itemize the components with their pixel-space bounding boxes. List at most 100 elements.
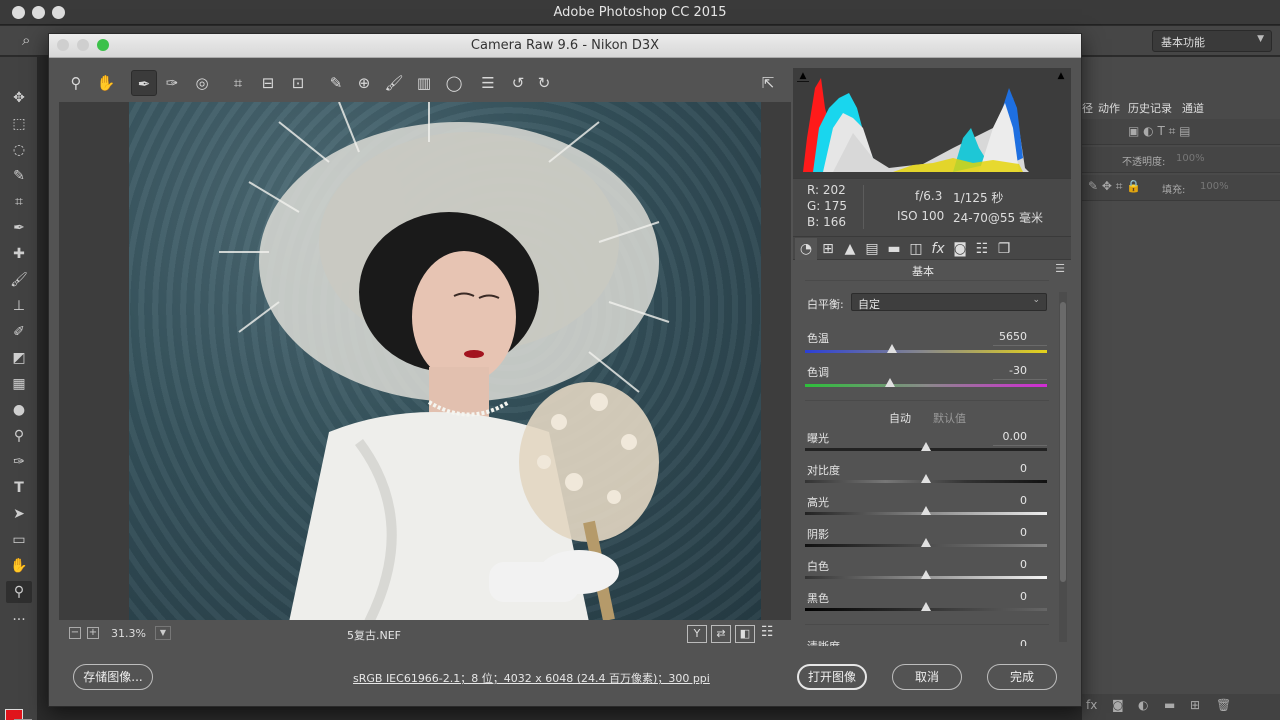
marquee-tool-icon[interactable]: ⬚ xyxy=(6,113,32,135)
straighten-icon[interactable]: ⊟ xyxy=(255,70,281,96)
move-tool-icon[interactable]: ✥ xyxy=(6,87,32,109)
zoom-tool-icon[interactable]: ⚲ xyxy=(6,581,32,603)
pen-tool-icon[interactable]: ✑ xyxy=(6,451,32,473)
new-layer-icon[interactable]: ⊞ xyxy=(1190,698,1200,712)
done-button[interactable]: 完成 xyxy=(987,664,1057,690)
workspace-select[interactable]: 基本功能 ▼ xyxy=(1152,30,1272,52)
tab-basic-icon[interactable]: ◔ xyxy=(795,238,817,260)
default-link[interactable]: 默认值 xyxy=(933,410,966,426)
whites-thumb[interactable] xyxy=(921,570,931,579)
view-settings-icon[interactable]: ☷ xyxy=(761,624,774,640)
tab-detail-icon[interactable]: ▲ xyxy=(839,238,861,260)
gradient-tool-icon[interactable]: ▦ xyxy=(6,373,32,395)
adjustment-icon[interactable]: ◐ xyxy=(1138,698,1148,712)
temperature-thumb[interactable] xyxy=(887,344,898,353)
transform-icon[interactable]: ⊡ xyxy=(285,70,311,96)
blacks-value[interactable]: 0 xyxy=(993,590,1047,606)
panel-scrollbar[interactable] xyxy=(1059,292,1067,642)
mask-icon[interactable]: ◙ xyxy=(1112,698,1124,712)
tab-effects-icon[interactable]: fx xyxy=(927,238,949,260)
folder-icon[interactable]: ▬ xyxy=(1164,698,1175,712)
fx-icon[interactable]: fx xyxy=(1086,698,1097,712)
highlight-clipping-icon[interactable]: ▲ xyxy=(1055,70,1067,82)
crop-tool-icon[interactable]: ⌗ xyxy=(6,191,32,213)
brush-tool-icon[interactable]: 🖌 xyxy=(6,269,32,291)
fill-value[interactable]: 100% xyxy=(1200,181,1229,192)
trash-icon[interactable]: 🗑 xyxy=(1216,698,1231,712)
tab-channels[interactable]: 通道 xyxy=(1182,100,1204,116)
path-select-tool-icon[interactable]: ➤ xyxy=(6,503,32,525)
fullscreen-icon[interactable]: ⇱ xyxy=(755,70,781,96)
rotate-left-icon[interactable]: ↺ xyxy=(505,70,531,96)
zoom-icon[interactable]: ⚲ xyxy=(63,70,89,96)
lasso-tool-icon[interactable]: ◌ xyxy=(6,139,32,161)
temperature-track[interactable] xyxy=(805,350,1047,353)
dodge-tool-icon[interactable]: ⚲ xyxy=(6,425,32,447)
blur-tool-icon[interactable]: ● xyxy=(6,399,32,421)
white-balance-select[interactable]: 自定 ⌄ xyxy=(851,293,1047,311)
highlights-value[interactable]: 0 xyxy=(993,494,1047,510)
clone-stamp-tool-icon[interactable]: ⊥ xyxy=(6,295,32,317)
filter-image-icon[interactable]: ▣ ◐ T ⌗ ▤ xyxy=(1128,124,1191,139)
contrast-value[interactable]: 0 xyxy=(993,462,1047,478)
tab-camera-calibration-icon[interactable]: ◙ xyxy=(949,238,971,260)
type-tool-icon[interactable]: T xyxy=(6,477,32,499)
spot-removal-icon[interactable]: ✎ xyxy=(323,70,349,96)
quick-select-tool-icon[interactable]: ✎ xyxy=(6,165,32,187)
tab-lens-icon[interactable]: ◫ xyxy=(905,238,927,260)
zoom-in-button[interactable]: + xyxy=(87,627,99,639)
preferences-icon[interactable]: ☰ xyxy=(475,70,501,96)
white-balance-eyedropper-icon[interactable]: ✒ xyxy=(131,70,157,96)
tab-actions[interactable]: 动作 xyxy=(1098,100,1120,116)
exposure-value[interactable]: 0.00 xyxy=(993,430,1047,446)
rectangle-tool-icon[interactable]: ▭ xyxy=(6,529,32,551)
radial-filter-icon[interactable]: ◯ xyxy=(441,70,467,96)
tab-history[interactable]: 历史记录 xyxy=(1128,100,1172,116)
workflow-options-link[interactable]: sRGB IEC61966-2.1；8 位；4032 x 6048 (24.4 … xyxy=(353,670,710,686)
tab-tone-curve-icon[interactable]: ⊞ xyxy=(817,238,839,260)
targeted-adjustment-icon[interactable]: ◎ xyxy=(189,70,215,96)
hand-icon[interactable]: ✋ xyxy=(93,70,119,96)
eyedropper-tool-icon[interactable]: ✒ xyxy=(6,217,32,239)
zoom-out-button[interactable]: − xyxy=(69,627,81,639)
swap-settings-button[interactable]: ⇄ xyxy=(711,625,731,643)
tab-hsl-icon[interactable]: ▤ xyxy=(861,238,883,260)
shadows-thumb[interactable] xyxy=(921,538,931,547)
tab-paths[interactable]: 径 xyxy=(1082,100,1093,116)
red-eye-icon[interactable]: ⊕ xyxy=(351,70,377,96)
tab-split-toning-icon[interactable]: ▬ xyxy=(883,238,905,260)
tint-value[interactable]: -30 xyxy=(993,364,1047,380)
copy-settings-button[interactable]: ◧ xyxy=(735,625,755,643)
clarity-value[interactable]: 0 xyxy=(993,638,1047,646)
save-image-button[interactable]: 存储图像... xyxy=(73,664,153,690)
zoom-dropdown[interactable]: ▼ xyxy=(155,626,171,640)
eraser-tool-icon[interactable]: ◩ xyxy=(6,347,32,369)
exposure-thumb[interactable] xyxy=(921,442,931,451)
panel-scroll-thumb[interactable] xyxy=(1060,302,1066,582)
image-preview[interactable] xyxy=(59,102,791,620)
lock-icon[interactable]: ✎ ✥ ⌗ 🔒 xyxy=(1088,179,1141,194)
adjustment-brush-icon[interactable]: 🖌 xyxy=(381,70,407,96)
whites-value[interactable]: 0 xyxy=(993,558,1047,574)
blacks-thumb[interactable] xyxy=(921,602,931,611)
tint-track[interactable] xyxy=(805,384,1047,387)
opacity-value[interactable]: 100% xyxy=(1176,153,1205,164)
cancel-button[interactable]: 取消 xyxy=(892,664,962,690)
rotate-right-icon[interactable]: ↻ xyxy=(531,70,557,96)
auto-link[interactable]: 自动 xyxy=(889,410,911,426)
tab-snapshots-icon[interactable]: ❐ xyxy=(993,238,1015,260)
shadows-value[interactable]: 0 xyxy=(993,526,1047,542)
contrast-thumb[interactable] xyxy=(921,474,931,483)
graduated-filter-icon[interactable]: ▥ xyxy=(411,70,437,96)
history-brush-tool-icon[interactable]: ✐ xyxy=(6,321,32,343)
open-image-button[interactable]: 打开图像 xyxy=(797,664,867,690)
healing-brush-tool-icon[interactable]: ✚ xyxy=(6,243,32,265)
tab-presets-icon[interactable]: ☷ xyxy=(971,238,993,260)
more-tools-icon[interactable]: ··· xyxy=(6,609,32,631)
temperature-value[interactable]: 5650 xyxy=(993,330,1047,346)
search-icon[interactable]: ⌕ xyxy=(22,31,30,49)
color-sampler-icon[interactable]: ✑ xyxy=(159,70,185,96)
hand-tool-icon[interactable]: ✋ xyxy=(6,555,32,577)
highlights-thumb[interactable] xyxy=(921,506,931,515)
before-after-y-button[interactable]: Y xyxy=(687,625,707,643)
